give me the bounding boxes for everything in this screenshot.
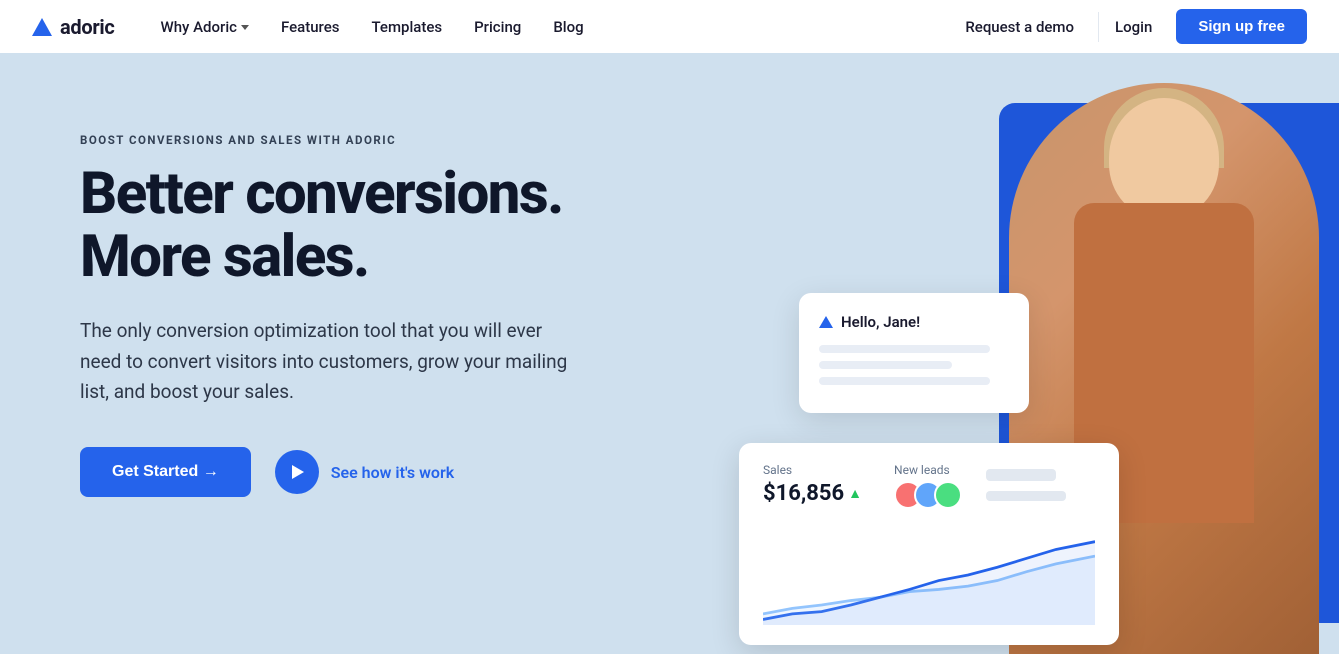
hero-section: Boost conversions and sales with Adoric … <box>0 53 1339 654</box>
nav-links: Why Adoric Features Templates Pricing Bl… <box>147 12 950 42</box>
dashboard-metrics: Sales $16,856 ▲ New leads <box>763 463 1095 509</box>
logo[interactable]: adoric <box>32 15 115 39</box>
request-demo-link[interactable]: Request a demo <box>949 12 1090 42</box>
nav-right: Request a demo Login Sign up free <box>949 9 1307 44</box>
navigation: adoric Why Adoric Features Templates Pri… <box>0 0 1339 53</box>
extra-metric <box>986 463 1066 501</box>
logo-icon <box>32 18 52 36</box>
hero-content: Boost conversions and sales with Adoric … <box>80 113 580 497</box>
logo-text: adoric <box>60 15 115 39</box>
sales-value: $16,856 ▲ <box>763 481 862 506</box>
nav-templates[interactable]: Templates <box>357 12 456 42</box>
adoric-logo-small-icon <box>819 316 833 328</box>
hero-visuals: Hello, Jane! Sales $16,856 ▲ New leads <box>639 53 1339 654</box>
dashboard-card: Sales $16,856 ▲ New leads <box>739 443 1119 645</box>
leads-avatars <box>894 481 954 509</box>
metric-placeholder-bar-2 <box>986 491 1066 501</box>
nav-pricing[interactable]: Pricing <box>460 12 535 42</box>
sales-metric: Sales $16,856 ▲ <box>763 463 862 506</box>
chart-area <box>763 525 1095 625</box>
login-link[interactable]: Login <box>1098 12 1168 42</box>
hello-card-title: Hello, Jane! <box>841 313 920 331</box>
leads-label: New leads <box>894 463 954 477</box>
hello-card-line-2 <box>819 361 952 369</box>
hello-card-line-3 <box>819 377 990 385</box>
woman-face <box>1109 98 1219 218</box>
nav-features[interactable]: Features <box>267 12 353 42</box>
hero-subtext: The only conversion optimization tool th… <box>80 316 580 407</box>
hero-eyebrow: Boost conversions and sales with Adoric <box>80 133 580 147</box>
chevron-down-icon <box>241 25 249 30</box>
play-triangle-icon <box>292 465 304 479</box>
avatar-3 <box>934 481 962 509</box>
sales-label: Sales <box>763 463 862 477</box>
see-how-link[interactable]: See how it's work <box>275 450 455 494</box>
leads-metric: New leads <box>894 463 954 509</box>
sales-up-arrow-icon: ▲ <box>848 485 862 502</box>
hero-buttons: Get Started → See how it's work <box>80 447 580 497</box>
metric-placeholder-bar-1 <box>986 469 1056 481</box>
signup-button[interactable]: Sign up free <box>1176 9 1307 44</box>
hello-card: Hello, Jane! <box>799 293 1029 413</box>
see-how-label: See how it's work <box>331 463 455 482</box>
hero-heading: Better conversions. More sales. <box>80 163 580 288</box>
nav-blog[interactable]: Blog <box>539 12 597 42</box>
hello-card-header: Hello, Jane! <box>819 313 1009 331</box>
hero-heading-line1: Better conversions. <box>80 160 563 228</box>
nav-why-adoric[interactable]: Why Adoric <box>147 12 263 42</box>
get-started-button[interactable]: Get Started → <box>80 447 251 497</box>
hero-heading-line2: More sales. <box>80 223 369 291</box>
play-button-icon <box>275 450 319 494</box>
chart-svg <box>763 525 1095 625</box>
hello-card-line-1 <box>819 345 990 353</box>
